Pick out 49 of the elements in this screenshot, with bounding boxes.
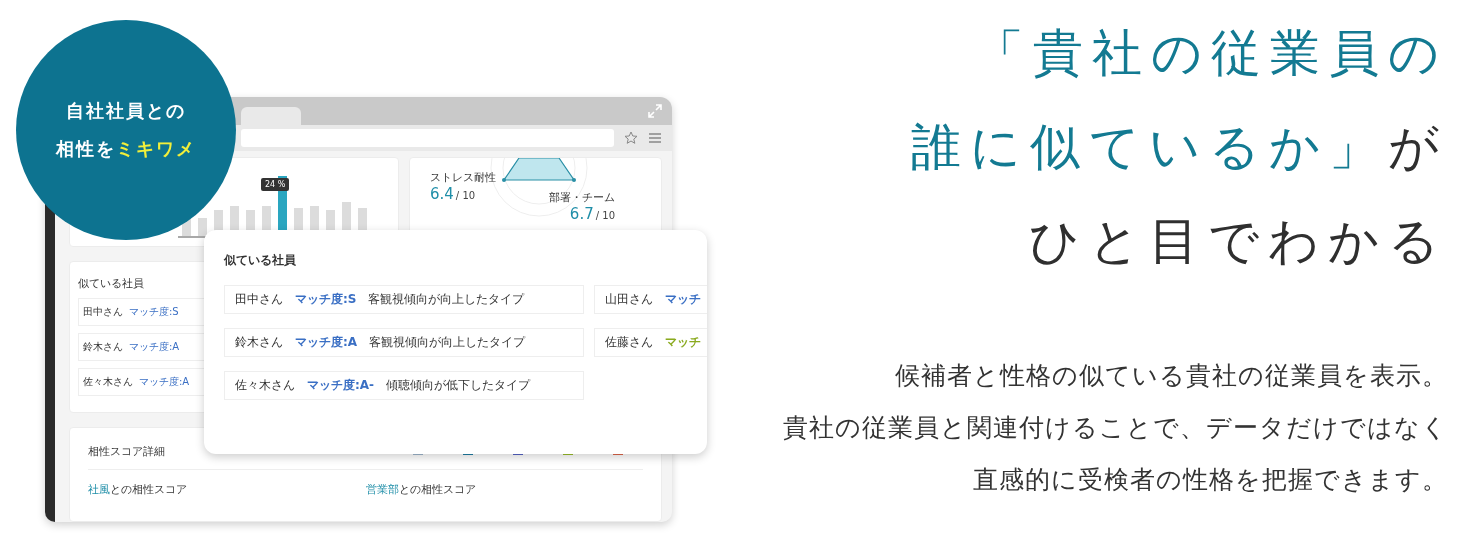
- match-grade: マッチ度:A: [295, 334, 358, 351]
- description-text: 候補者と性格の似ている貴社の従業員を表示。: [895, 360, 1448, 392]
- employee-row[interactable]: 鈴木さん マッチ度:A 客観視傾向が向上したタイプ: [224, 328, 584, 357]
- expand-icon[interactable]: [648, 104, 662, 118]
- chart-bar: [198, 218, 207, 236]
- match-grade: マッチ度:A-: [307, 377, 375, 394]
- description-text: 直感的に受検者の性格を把握できます。: [973, 464, 1448, 496]
- match-grade: マッチ度:S: [295, 291, 357, 308]
- headline-text: 誰に似ているか」が: [911, 117, 1448, 178]
- employee-row[interactable]: 佐藤さん マッチ: [594, 328, 707, 357]
- employee-name: 鈴木さん: [83, 340, 123, 354]
- section-title: 社風との相性スコア: [88, 483, 187, 496]
- score-label: ストレス耐性: [430, 170, 496, 185]
- popup-title: 似ている社員: [224, 252, 297, 269]
- match-grade: マッチ: [665, 291, 701, 308]
- headline-text: ひと目でわかる: [1029, 211, 1448, 272]
- card-title: 似ている社員: [78, 276, 145, 291]
- card-title: 相性スコア詳細: [88, 444, 165, 459]
- badge-text: 相性を ミキワメ: [56, 137, 196, 161]
- employee-name: 鈴木さん: [235, 334, 283, 351]
- employee-name: 田中さん: [235, 291, 283, 308]
- employee-row[interactable]: 田中さん マッチ度:S 客観視傾向が向上したタイプ: [224, 285, 584, 314]
- score-max: / 10: [455, 190, 476, 201]
- menu-icon[interactable]: [648, 132, 662, 144]
- description-text: 貴社の従業員と関連付けることで、データだけではなく: [783, 412, 1448, 444]
- personality-type: 客観視傾向が向上したタイプ: [369, 334, 526, 351]
- match-grade: マッチ: [665, 334, 701, 351]
- employee-name: 佐々木さん: [235, 377, 295, 394]
- section-title: 営業部との相性スコア: [365, 483, 476, 496]
- employee-row[interactable]: 佐々木さん マッチ度:A- 傾聴傾向が低下したタイプ: [224, 371, 584, 400]
- headline-text: 「貴社の従業員の: [974, 23, 1448, 84]
- match-grade: マッチ度:S: [129, 305, 179, 319]
- personality-type: 傾聴傾向が低下したタイプ: [386, 377, 531, 394]
- star-icon[interactable]: [624, 131, 638, 145]
- employee-name: 佐々木さん: [83, 375, 133, 389]
- match-grade: マッチ度:A: [139, 375, 190, 389]
- employee-name: 山田さん: [605, 291, 653, 308]
- employee-name: 田中さん: [83, 305, 123, 319]
- score-value: 6.7: [569, 205, 594, 223]
- browser-tab[interactable]: [241, 107, 301, 125]
- score-max: / 10: [595, 210, 615, 221]
- badge-text: 自社社員との: [66, 99, 186, 123]
- score-value: 6.4: [430, 185, 454, 203]
- score-label: 部署・チーム: [549, 190, 615, 205]
- employee-name: 佐藤さん: [605, 334, 653, 351]
- employee-row[interactable]: 山田さん マッチ: [594, 285, 707, 314]
- match-grade: マッチ度:A: [129, 340, 180, 354]
- chart-tooltip: 24 %: [261, 178, 290, 191]
- personality-type: 客観視傾向が向上したタイプ: [368, 291, 525, 308]
